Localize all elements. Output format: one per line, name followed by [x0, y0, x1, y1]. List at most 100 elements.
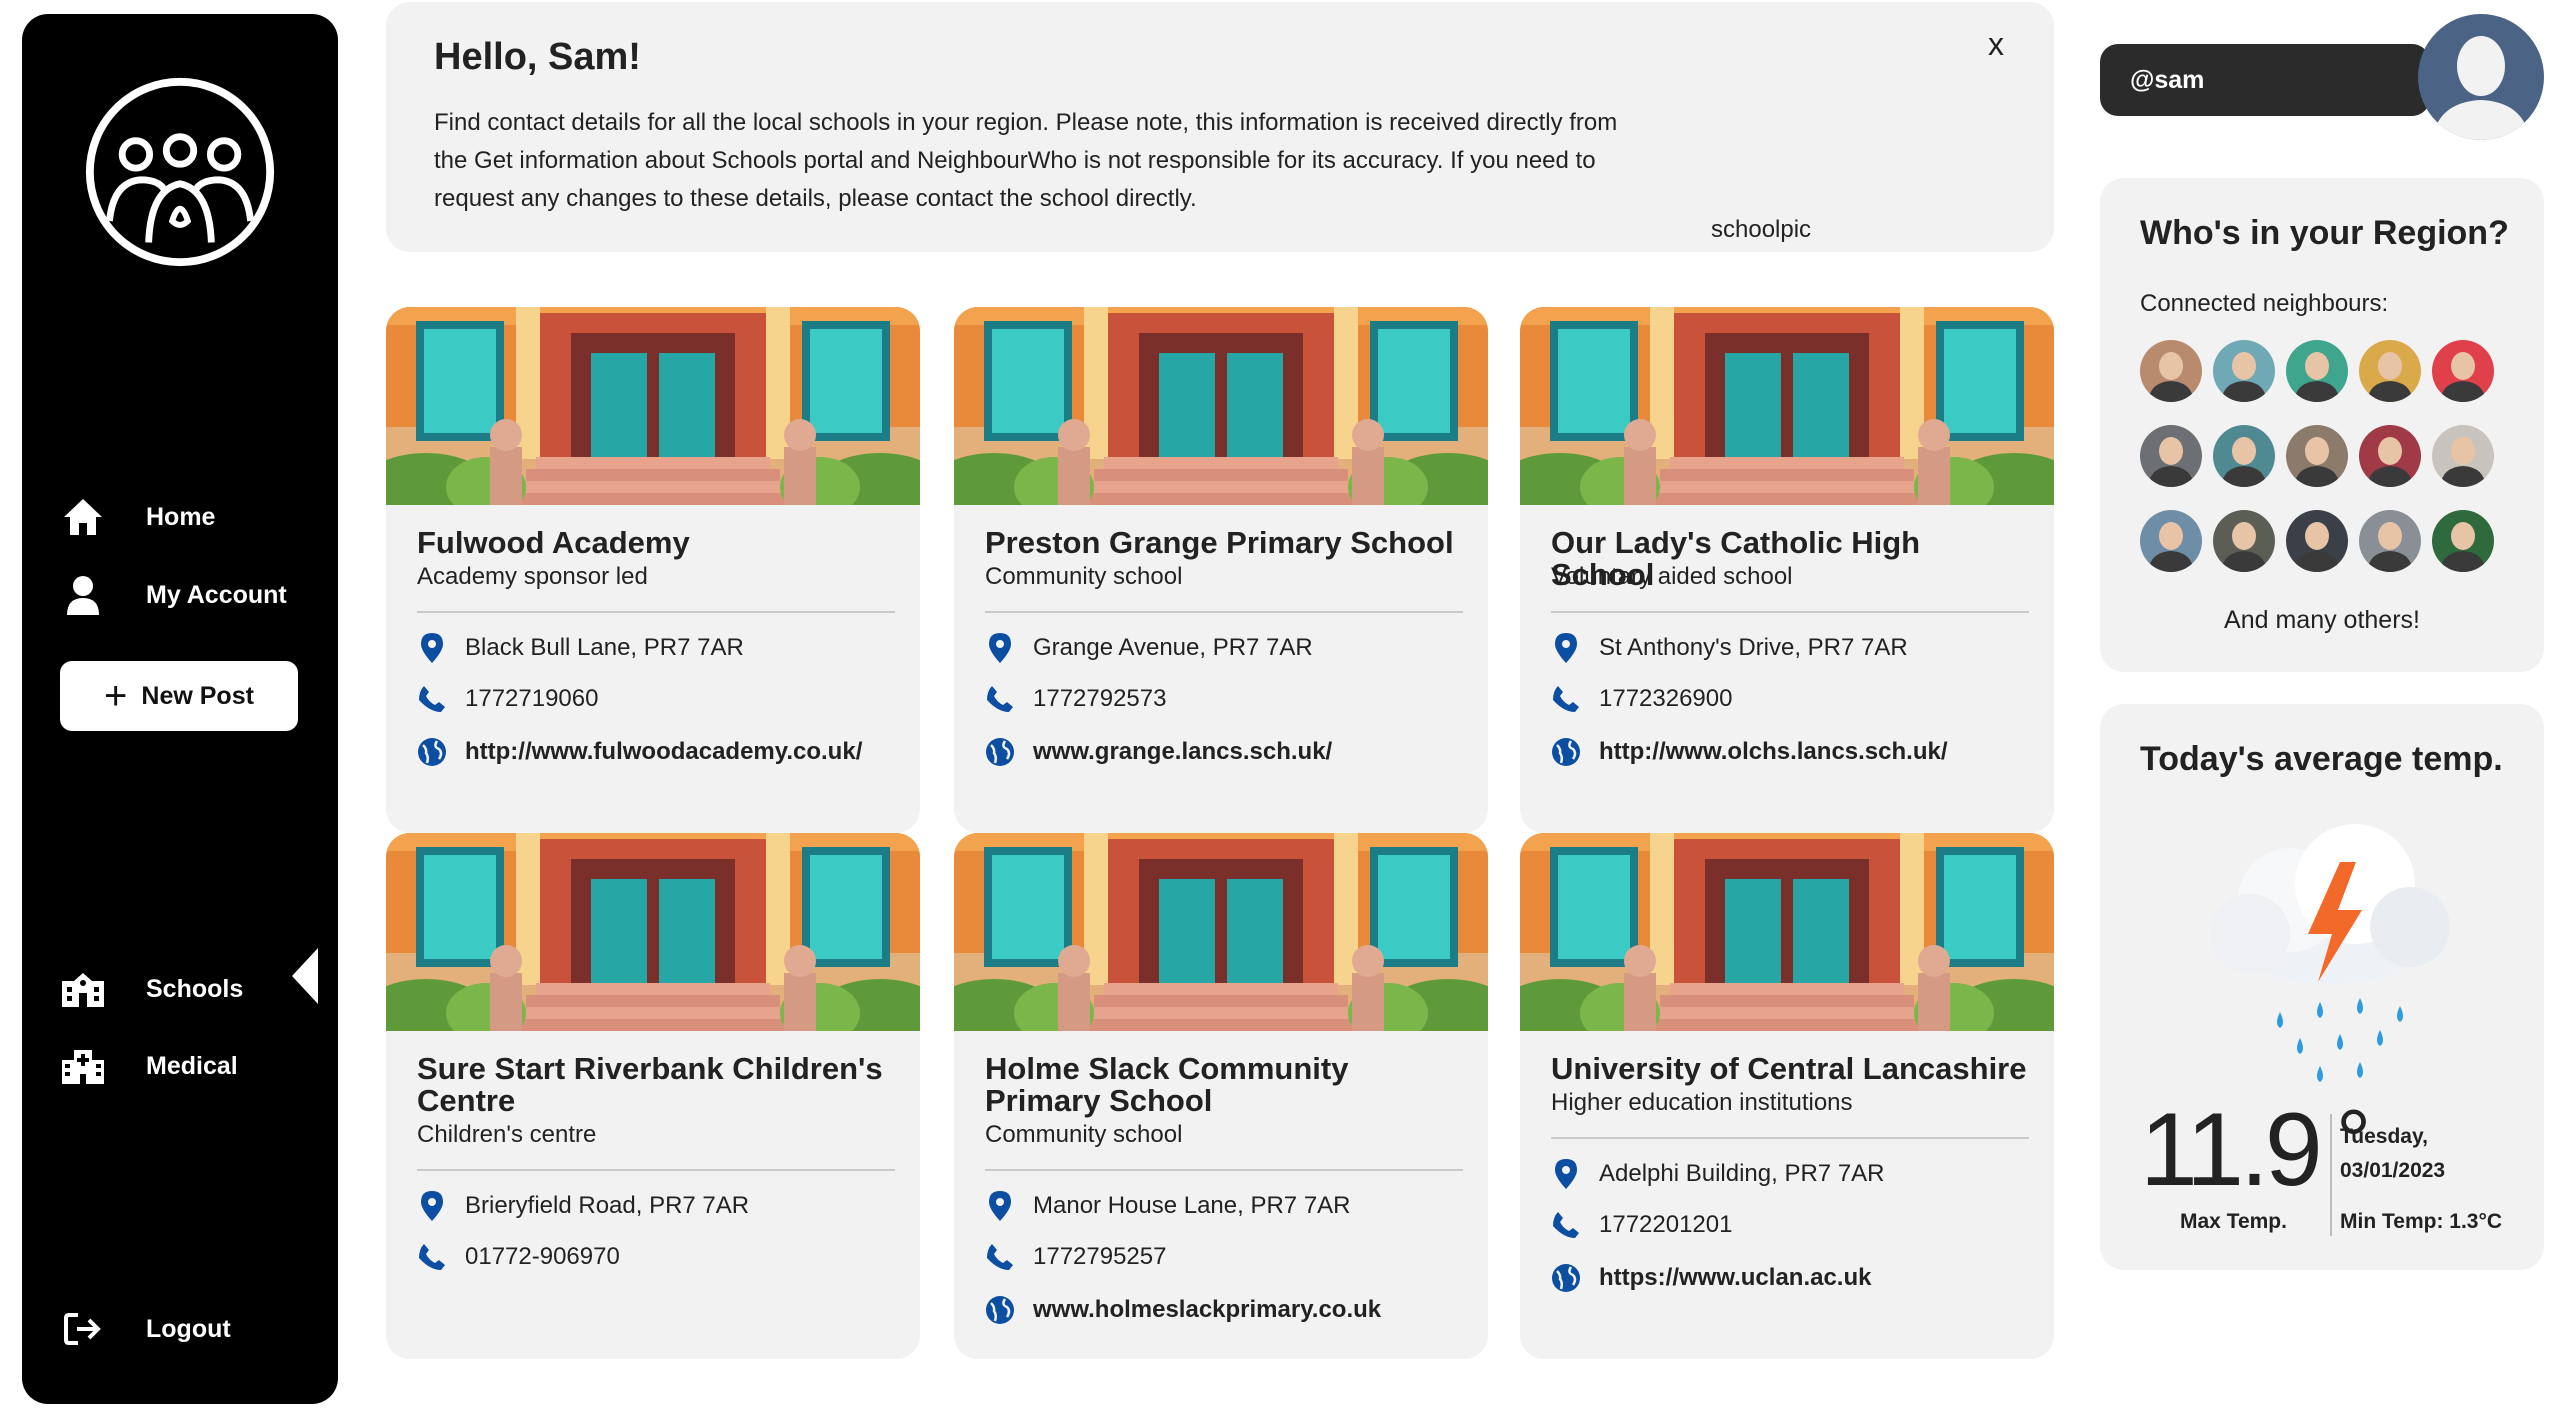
neighbour-avatar[interactable]	[2359, 425, 2421, 487]
school-phone-text: 1772326900	[1599, 685, 1733, 712]
school-phone[interactable]: 1772719060	[417, 684, 598, 714]
nav-logout[interactable]: Logout	[60, 1306, 231, 1352]
globe-icon	[985, 1295, 1015, 1325]
max-temp-label: Max Temp.	[2180, 1210, 2287, 1233]
card-divider	[1551, 1137, 2029, 1139]
location-pin-icon	[417, 633, 447, 663]
card-divider	[985, 611, 1463, 613]
broken-image-alt-text: schoolpic	[1711, 216, 1812, 243]
school-card[interactable]: Fulwood Academy Academy sponsor led Blac…	[386, 307, 920, 833]
nav-home[interactable]: Home	[60, 494, 215, 540]
user-handle-pill[interactable]: @sam	[2100, 44, 2430, 116]
school-type: Higher education institutions	[1551, 1089, 1853, 1116]
school-address-text: Grange Avenue, PR7 7AR	[1033, 634, 1313, 661]
location-pin-icon	[1551, 1159, 1581, 1189]
phone-icon	[417, 1242, 447, 1272]
school-card[interactable]: Sure Start Riverbank Children's Centre C…	[386, 833, 920, 1359]
location-pin-icon	[1551, 633, 1581, 663]
school-image	[386, 833, 920, 1031]
school-address: St Anthony's Drive, PR7 7AR	[1551, 633, 1908, 663]
weather-date-value: 03/01/2023	[2340, 1159, 2446, 1182]
school-phone[interactable]: 1772792573	[985, 684, 1166, 714]
neighbour-avatar[interactable]	[2140, 425, 2202, 487]
school-type: Community school	[985, 1121, 1183, 1148]
new-post-button[interactable]: + New Post	[60, 661, 298, 731]
hospital-icon	[60, 1043, 106, 1089]
school-website-link[interactable]: http://www.olchs.lancs.sch.uk/	[1599, 738, 1948, 766]
welcome-title: Hello, Sam!	[434, 36, 641, 78]
school-address-text: St Anthony's Drive, PR7 7AR	[1599, 634, 1908, 661]
school-card[interactable]: Holme Slack Community Primary School Com…	[954, 833, 1488, 1359]
region-subtitle: Connected neighbours:	[2140, 290, 2389, 317]
school-phone[interactable]: 1772326900	[1551, 684, 1732, 714]
school-phone-text: 1772201201	[1599, 1211, 1733, 1238]
card-divider	[417, 611, 895, 613]
phone-icon	[985, 684, 1015, 714]
weather-title: Today's average temp.	[2140, 740, 2503, 778]
school-website-link[interactable]: www.grange.lancs.sch.uk/	[1033, 738, 1332, 766]
school-address-text: Adelphi Building, PR7 7AR	[1599, 1160, 1885, 1187]
phone-icon	[1551, 684, 1581, 714]
school-image	[386, 307, 920, 505]
school-phone[interactable]: 1772201201	[1551, 1210, 1732, 1240]
school-phone-text: 1772795257	[1033, 1243, 1167, 1270]
nav-my-account-label: My Account	[146, 580, 287, 609]
school-phone-text: 1772792573	[1033, 685, 1167, 712]
school-image	[954, 833, 1488, 1031]
neighbour-avatar[interactable]	[2213, 510, 2275, 572]
neighbour-avatar[interactable]	[2213, 425, 2275, 487]
thunderstorm-icon	[2210, 824, 2450, 1082]
school-name: Holme Slack Community Primary School	[985, 1051, 1349, 1118]
nav-medical[interactable]: Medical	[60, 1043, 238, 1089]
phone-icon	[417, 684, 447, 714]
weather-date: Tuesday, 03/01/2023	[2340, 1120, 2445, 1188]
card-divider	[417, 1169, 895, 1171]
school-name: University of Central Lancashire	[1551, 1051, 2027, 1086]
avatar[interactable]	[2418, 14, 2544, 140]
school-website[interactable]: http://www.fulwoodacademy.co.uk/	[417, 737, 862, 767]
school-card[interactable]: University of Central Lancashire Higher …	[1520, 833, 2054, 1359]
neighbour-avatar[interactable]	[2286, 340, 2348, 402]
region-more-text: And many others!	[2224, 606, 2420, 634]
neighbour-avatar[interactable]	[2359, 510, 2421, 572]
nav-my-account[interactable]: My Account	[60, 572, 287, 618]
weather-divider	[2330, 1114, 2332, 1236]
school-website[interactable]: https://www.uclan.ac.uk	[1551, 1263, 1871, 1293]
school-card[interactable]: Preston Grange Primary School Community …	[954, 307, 1488, 833]
school-phone[interactable]: 01772-906970	[417, 1242, 620, 1272]
card-divider	[1551, 611, 2029, 613]
neighbour-avatar[interactable]	[2213, 340, 2275, 402]
home-icon	[60, 494, 106, 540]
school-name: Preston Grange Primary School	[985, 525, 1454, 560]
school-address-text: Brieryfield Road, PR7 7AR	[465, 1192, 750, 1219]
neighbour-avatar[interactable]	[2286, 510, 2348, 572]
school-type: Voluntary aided school	[1551, 563, 1793, 590]
globe-icon	[985, 737, 1015, 767]
neighbour-avatar[interactable]	[2359, 340, 2421, 402]
nav-schools[interactable]: Schools	[60, 966, 243, 1012]
neighbour-avatar[interactable]	[2432, 340, 2494, 402]
school-phone[interactable]: 1772795257	[985, 1242, 1166, 1272]
plus-icon: +	[104, 674, 128, 718]
school-website[interactable]: www.grange.lancs.sch.uk/	[985, 737, 1332, 767]
school-name: Sure Start Riverbank Children's Centre	[417, 1051, 883, 1118]
school-website[interactable]: http://www.olchs.lancs.sch.uk/	[1551, 737, 1948, 767]
school-website-link[interactable]: https://www.uclan.ac.uk	[1599, 1264, 1871, 1292]
close-icon[interactable]: x	[1988, 26, 2004, 63]
school-website[interactable]: www.holmeslackprimary.co.uk	[985, 1295, 1381, 1325]
neighbour-avatar[interactable]	[2140, 510, 2202, 572]
school-type: Children's centre	[417, 1121, 597, 1148]
school-website-link[interactable]: www.holmeslackprimary.co.uk	[1033, 1296, 1381, 1324]
school-type: Academy sponsor led	[417, 563, 648, 590]
school-image	[1520, 307, 2054, 505]
neighbour-avatar[interactable]	[2432, 425, 2494, 487]
neighbour-avatar[interactable]	[2286, 425, 2348, 487]
neighbour-avatar[interactable]	[2140, 340, 2202, 402]
region-panel: Who's in your Region? Connected neighbou…	[2100, 178, 2544, 672]
temperature-value: 11.9	[2140, 1092, 2323, 1208]
school-phone-text: 1772719060	[465, 685, 599, 712]
location-pin-icon	[985, 633, 1015, 663]
school-card[interactable]: Our Lady's Catholic High School Voluntar…	[1520, 307, 2054, 833]
neighbour-avatar[interactable]	[2432, 510, 2494, 572]
school-website-link[interactable]: http://www.fulwoodacademy.co.uk/	[465, 738, 862, 766]
